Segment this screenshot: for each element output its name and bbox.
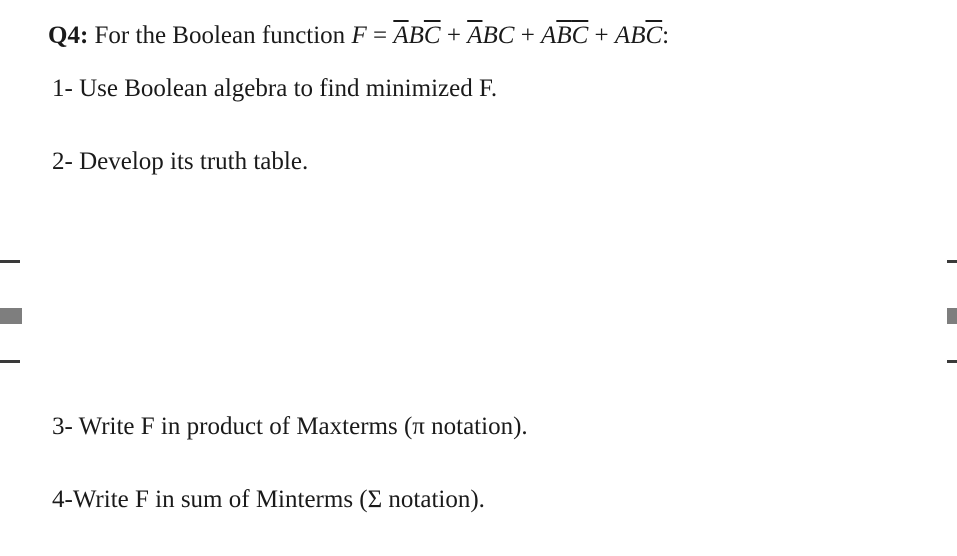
plus-3: + [588, 22, 615, 49]
term2-a: A [467, 22, 482, 49]
plus-2: + [514, 22, 541, 49]
question-label: Q4: [48, 22, 88, 49]
subpart-1: 1- Use Boolean algebra to find minimized… [52, 71, 917, 106]
edge-artifact-right-top [947, 260, 957, 263]
document-content: Q4: For the Boolean function F = ABC + A… [0, 0, 957, 517]
edge-artifact-left-mid [0, 308, 22, 324]
func-var: F [351, 22, 366, 49]
edge-artifact-right-bot [947, 360, 957, 363]
term2-b: B [482, 22, 497, 49]
term4-a: A [615, 22, 630, 49]
subpart-4: 4-Write F in sum of Minterms (Σ notation… [52, 482, 917, 517]
edge-artifact-right-mid [947, 308, 957, 324]
question-header: Q4: For the Boolean function F = ABC + A… [48, 18, 917, 53]
equals-sign: = [367, 22, 394, 49]
subpart-3: 3- Write F in product of Maxterms (π not… [52, 409, 917, 444]
term2-c: C [498, 22, 515, 49]
plus-1: + [441, 22, 468, 49]
subpart-2: 2- Develop its truth table. [52, 144, 917, 179]
question-prefix: For the Boolean function [95, 22, 352, 49]
term3-c: C [572, 22, 589, 49]
edge-artifact-left-bot [0, 360, 20, 363]
term1-b: B [409, 22, 424, 49]
edge-artifact-left-top [0, 260, 20, 263]
term4-b: B [630, 22, 645, 49]
colon: : [662, 22, 669, 49]
term3-b: B [556, 22, 571, 49]
term3-a: A [541, 22, 556, 49]
term1-a: A [393, 22, 408, 49]
term1-c: C [424, 22, 441, 49]
term4-c: C [645, 22, 662, 49]
